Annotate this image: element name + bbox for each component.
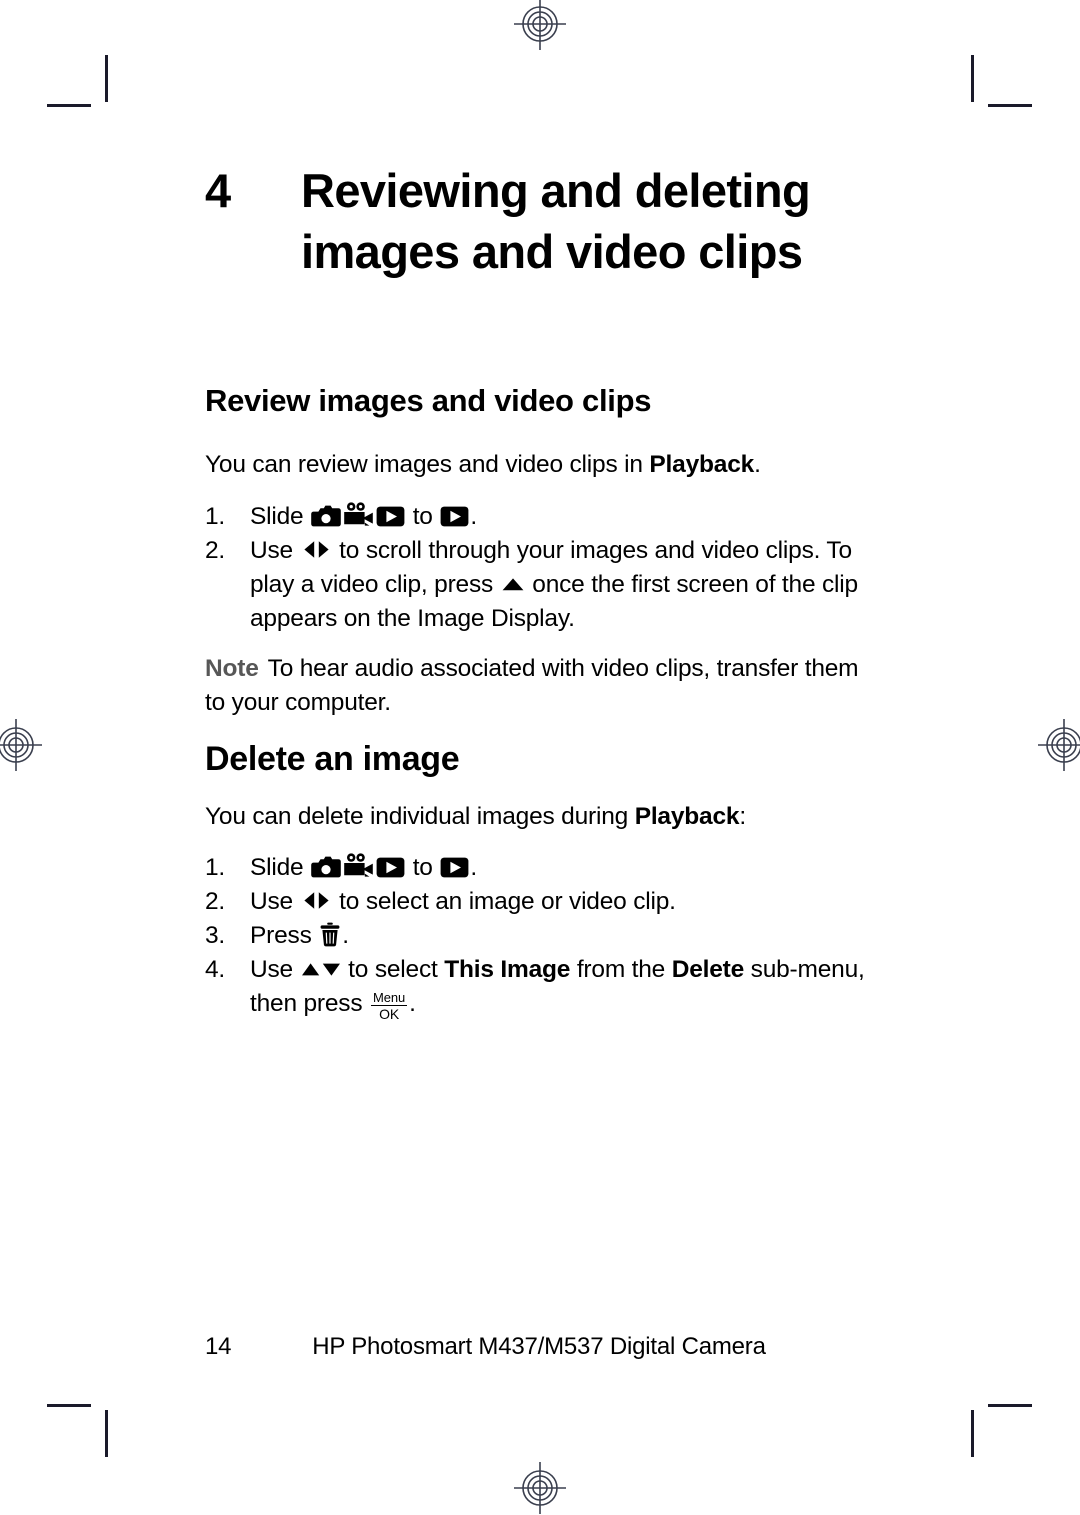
step-text-before: Use: [250, 888, 300, 915]
step-text-mid1: to select: [341, 956, 445, 983]
playback-icon: [376, 857, 405, 878]
step-text-after: .: [409, 990, 416, 1017]
step-text-after: .: [470, 503, 477, 530]
step-text-before: Slide: [250, 854, 311, 881]
step-text: Use to select This Image from the Delete…: [250, 953, 877, 1021]
step-number: 4.: [205, 956, 226, 983]
camera-icon: [311, 856, 341, 878]
step-text-before: Use: [250, 956, 300, 983]
playback-icon: [440, 506, 469, 527]
step-text: Press .: [250, 919, 877, 953]
note-block: Note To hear audio associated with video …: [205, 652, 873, 720]
step-text-middle: to: [406, 854, 440, 881]
step-text: Slide to .: [250, 851, 877, 885]
playback-icon: [376, 506, 405, 527]
note-label: Note: [205, 655, 259, 682]
step-text-before: Slide: [250, 503, 311, 530]
delete-intro-paragraph: You can delete individual images during …: [205, 800, 873, 834]
left-right-arrows-icon: [301, 539, 332, 560]
step-text-middle: to: [406, 503, 440, 530]
trash-icon: [319, 922, 341, 947]
step-number: 2.: [205, 537, 226, 564]
step-text: Use to scroll through your images and vi…: [250, 534, 877, 636]
step-text-after: .: [342, 922, 349, 949]
review-intro-paragraph: You can review images and video clips in…: [205, 448, 873, 482]
video-camera-icon: [343, 853, 374, 877]
step-text: Use to select an image or video clip.: [250, 885, 877, 919]
menu-ok-top-label: Menu: [371, 990, 408, 1006]
page-content: 4 Reviewing and deleting images and vide…: [0, 0, 1080, 1512]
review-intro-bold: Playback: [649, 451, 755, 478]
step-text-before: Use: [250, 537, 300, 564]
step-number: 2.: [205, 888, 226, 915]
menu-ok-button-icon: Menu OK: [371, 990, 408, 1022]
step-text-before: Press: [250, 922, 319, 949]
step-number: 1.: [205, 854, 226, 881]
delete-intro-text-after: :: [739, 803, 746, 830]
chapter-number: 4: [205, 164, 231, 217]
menu-ok-bottom-label: OK: [379, 1006, 400, 1022]
section-heading-delete: Delete an image: [205, 740, 460, 778]
delete-steps-list: 1. Slide to . 2. Use to select an image …: [205, 851, 877, 1021]
section-heading-review: Review images and video clips: [205, 383, 652, 418]
review-intro-text-before: You can review images and video clips in: [205, 451, 650, 478]
list-item: 2. Use to scroll through your images and…: [205, 534, 877, 636]
note-text: To hear audio associated with video clip…: [205, 655, 859, 716]
step-text-after: .: [470, 854, 477, 881]
delete-intro-text-before: You can delete individual images during: [205, 803, 635, 830]
chapter-title: Reviewing and deleting images and video …: [301, 164, 811, 278]
step-number: 1.: [205, 503, 226, 530]
list-item: 1. Slide to .: [205, 851, 877, 885]
chapter-heading: 4 Reviewing and deleting images and vide…: [205, 160, 885, 282]
left-right-arrows-icon: [301, 890, 332, 911]
list-item: 3. Press .: [205, 919, 877, 953]
delete-intro-bold: Playback: [634, 803, 740, 830]
footer-title: HP Photosmart M437/M537 Digital Camera: [312, 1333, 766, 1360]
step-text-after: to select an image or video clip.: [332, 888, 676, 915]
step-text-mid2: from the: [570, 956, 672, 983]
step-number: 3.: [205, 922, 226, 949]
step-text: Slide to .: [250, 500, 877, 534]
step-bold-this-image: This Image: [444, 956, 571, 983]
camera-icon: [311, 505, 341, 527]
review-intro-text-after: .: [754, 451, 761, 478]
video-camera-icon: [343, 502, 374, 526]
review-steps-list: 1. Slide to . 2. Use to scroll through y…: [205, 500, 877, 636]
list-item: 2. Use to select an image or video clip.: [205, 885, 877, 919]
step-bold-delete: Delete: [671, 956, 745, 983]
up-arrow-icon: [501, 576, 525, 592]
playback-icon: [440, 857, 469, 878]
up-down-arrows-icon: [301, 961, 341, 978]
list-item: 4. Use to select This Image from the Del…: [205, 953, 877, 1021]
list-item: 1. Slide to .: [205, 500, 877, 534]
